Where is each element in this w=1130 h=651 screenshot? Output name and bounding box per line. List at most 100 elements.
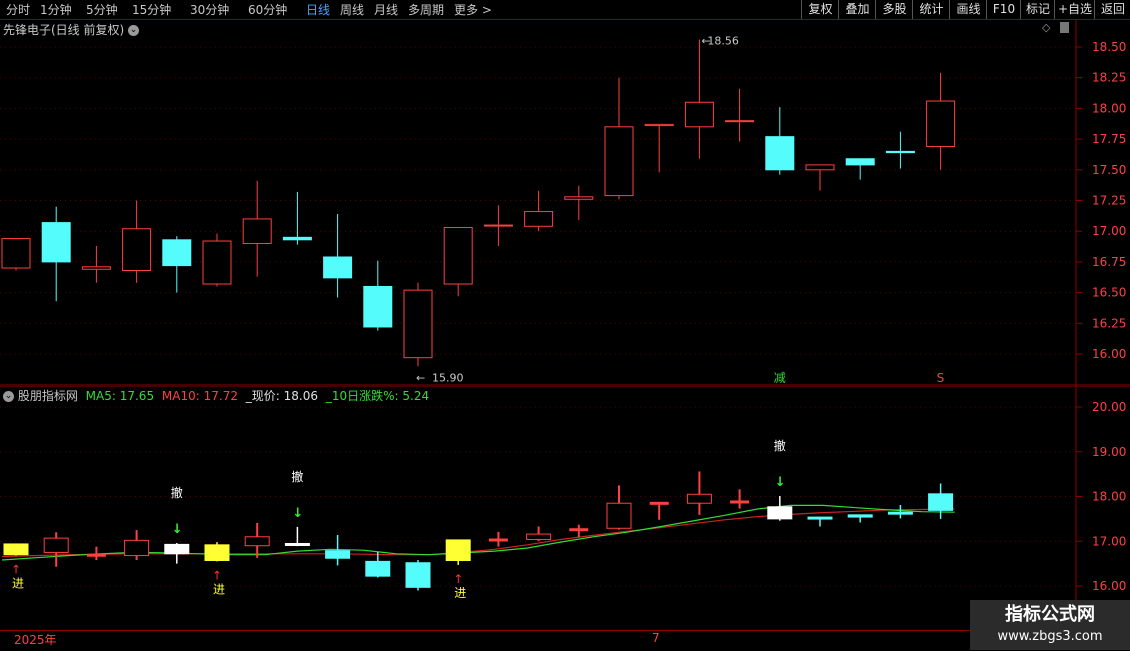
sell-arrow-icon: ↓ (172, 522, 183, 537)
candle[interactable] (242, 180, 272, 277)
period-tab-9[interactable]: 多周期 (408, 2, 444, 18)
indicator-body (325, 550, 351, 559)
candle[interactable] (644, 123, 674, 173)
candle[interactable] (725, 88, 755, 142)
change-label: _10日涨跌%: 5.24 (325, 389, 430, 403)
period-tab-3[interactable]: 15分钟 (132, 2, 171, 18)
candle-body (363, 285, 393, 328)
candle-body (524, 211, 554, 227)
sell-signal-label: 撤 (171, 485, 183, 500)
indicator-candle[interactable] (807, 516, 833, 527)
indicator-candle[interactable] (445, 539, 471, 565)
candle[interactable] (81, 245, 111, 283)
low-price-label: 15.90 (432, 371, 464, 384)
indicator-candle[interactable] (767, 496, 793, 521)
indicator-candle[interactable] (606, 485, 632, 530)
toolbar-button-3[interactable]: 统计 (912, 0, 950, 19)
period-tab-0[interactable]: 分时 (6, 2, 30, 18)
indicator-candle[interactable] (365, 551, 391, 578)
indicator-candle[interactable] (730, 489, 750, 509)
year-label: 2025年 (14, 633, 57, 647)
indicator-candle[interactable] (43, 532, 69, 567)
candle[interactable] (202, 233, 232, 287)
period-tab-4[interactable]: 30分钟 (190, 2, 229, 18)
indicator-body (204, 544, 230, 561)
indicator-body (43, 537, 69, 553)
chevron-down-icon[interactable]: ⌄ (3, 391, 14, 402)
candle[interactable] (564, 185, 594, 221)
period-tab-1[interactable]: 1分钟 (40, 2, 72, 18)
candle[interactable] (765, 107, 795, 175)
candle-body (403, 289, 433, 359)
candle[interactable] (122, 200, 152, 283)
period-tab-6[interactable]: 日线 (306, 2, 330, 18)
indicator-candle[interactable] (244, 522, 270, 558)
candle[interactable] (1, 238, 31, 271)
toolbar-button-6[interactable]: 标记 (1020, 0, 1055, 19)
candle-body (926, 100, 956, 147)
toolbar-button-7[interactable]: +自选 (1054, 0, 1095, 19)
toolbar-button-2[interactable]: 多股 (875, 0, 913, 19)
candle[interactable] (483, 205, 513, 246)
indicator-candle[interactable] (3, 543, 29, 556)
signal-s: S (937, 371, 945, 385)
candle[interactable] (323, 214, 353, 298)
indicator-candle[interactable] (847, 514, 873, 523)
date-axis: 2025年 7 (0, 630, 1130, 651)
candle[interactable] (845, 158, 875, 180)
watermark-title: 指标公式网 (1005, 604, 1095, 625)
period-tab-7[interactable]: 周线 (340, 2, 364, 18)
candle[interactable] (162, 236, 192, 293)
toolbar-button-0[interactable]: 复权 (801, 0, 839, 19)
candle[interactable] (41, 206, 71, 302)
price-tick: 16.75 (1092, 255, 1126, 269)
indicator-candle[interactable] (526, 526, 552, 542)
indicator-candle[interactable] (488, 531, 508, 547)
candle[interactable] (604, 77, 634, 200)
indicator-candle[interactable] (124, 530, 150, 561)
candle-body (443, 227, 473, 285)
toolbar-button-5[interactable]: F10 (986, 0, 1021, 19)
indicator-candle[interactable] (887, 505, 913, 519)
indicator-body (124, 539, 150, 557)
candle[interactable] (885, 131, 915, 169)
indicator-candle[interactable] (164, 543, 190, 564)
toolbar-button-1[interactable]: 叠加 (838, 0, 876, 19)
period-tab-5[interactable]: 60分钟 (248, 2, 287, 18)
indicator-chart: 20.0019.0018.0017.0016.00↑进↑进↑进↓撤↓撤 ↓撤 (0, 386, 1130, 630)
indicator-candle[interactable] (284, 526, 310, 547)
indicator-candle[interactable] (928, 483, 954, 519)
indicator-body (887, 511, 913, 515)
indicator-candle[interactable] (649, 501, 669, 520)
candle-body (41, 222, 71, 263)
candle[interactable] (403, 282, 433, 367)
indicator-candle[interactable] (686, 471, 712, 515)
main-chart-header: 先锋电子(日线 前复权) ⌄ (3, 21, 140, 38)
indicator-body (3, 543, 29, 556)
indicator-candle[interactable] (405, 560, 431, 591)
candle[interactable] (443, 227, 473, 297)
indicator-body (767, 506, 793, 520)
indicator-name[interactable]: 股朋指标网 (18, 389, 78, 403)
indicator-candle[interactable] (204, 542, 230, 562)
candle[interactable] (684, 39, 714, 159)
indicator-candle[interactable] (325, 534, 351, 566)
period-tab-10[interactable]: 更多 > (454, 2, 492, 18)
main-chart: 18.50 18.25 18.00 17.75 17.50 17.25 17.00 16.75… (0, 20, 1130, 386)
candle[interactable] (282, 191, 312, 245)
price-tick: 17.50 (1092, 163, 1126, 177)
indicator-candle[interactable] (569, 524, 589, 538)
toolbar-button-4[interactable]: 画线 (949, 0, 987, 19)
diamond-icon[interactable]: ◇ (1042, 21, 1050, 34)
candle[interactable] (363, 260, 393, 331)
candle[interactable] (805, 164, 835, 191)
panel-toggle-icon[interactable] (1060, 22, 1069, 33)
period-tab-2[interactable]: 5分钟 (86, 2, 118, 18)
candle[interactable] (524, 190, 554, 232)
indicator-body (730, 500, 750, 504)
period-tab-8[interactable]: 月线 (374, 2, 398, 18)
indicator-body (807, 516, 833, 520)
candle[interactable] (926, 72, 956, 170)
chevron-down-icon[interactable]: ⌄ (128, 25, 140, 36)
toolbar-button-8[interactable]: 返回 (1094, 0, 1130, 19)
